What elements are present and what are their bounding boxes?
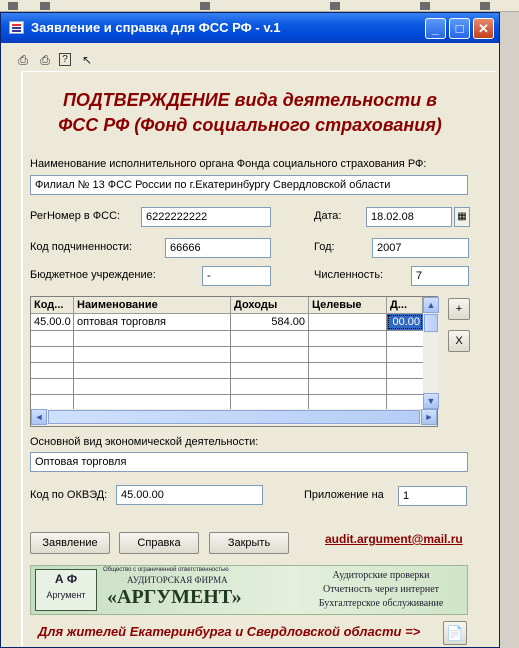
scroll-down-icon[interactable]: ▼ (423, 393, 439, 409)
date-label: Дата: (314, 210, 342, 222)
close-window-button[interactable]: ✕ (473, 18, 494, 39)
print-icon[interactable]: ⎙ (15, 52, 31, 68)
logo-mark-name: Аргумент (46, 590, 86, 600)
print-preview-icon[interactable]: ⎙ (37, 52, 53, 68)
strip-icon (200, 2, 210, 10)
cell-name[interactable]: оптовая торговля (74, 314, 230, 330)
regnomer-field[interactable]: 6222222222 (141, 207, 271, 227)
argument-banner[interactable]: А Ф Аргумент Общество с ограниченной отв… (30, 565, 468, 615)
service-audit: Аудиторские проверки (332, 570, 430, 581)
app-icon (9, 21, 24, 34)
delete-row-button[interactable]: X (448, 330, 470, 352)
minimize-button[interactable]: _ (425, 18, 446, 39)
appendix-label: Приложение на (304, 489, 384, 501)
main-activity-field[interactable]: Оптовая торговля (30, 452, 468, 472)
logo-letters: А Ф (54, 572, 78, 586)
service-bookkeeping: Бухгалтерское обслуживание (318, 598, 444, 609)
cell-income[interactable]: 584.00 (231, 314, 308, 330)
horizontal-scrollbar[interactable]: ◄ ► (31, 409, 437, 426)
application-button[interactable]: Заявление (30, 532, 110, 554)
scroll-left-icon[interactable]: ◄ (31, 409, 47, 425)
email-link[interactable]: audit.argument@mail.ru (325, 532, 463, 546)
strip-icon (420, 2, 430, 10)
cell-d-selected[interactable]: 00.00 (387, 314, 423, 330)
logo-firm-text: АУДИТОРСКАЯ ФИРМА (127, 575, 228, 585)
scroll-thumb[interactable] (48, 410, 420, 424)
strip-icon (330, 2, 340, 10)
logo-small-text: Общество с ограниченной ответственностью (103, 567, 229, 573)
strip-icon (480, 2, 490, 10)
col-header-name[interactable]: Наименование (74, 297, 231, 314)
count-label: Численность: (314, 269, 384, 281)
window-title: Заявление и справка для ФСС РФ - v.1 (31, 20, 281, 35)
logo-services: Аудиторские проверки Отчетность через ин… (295, 569, 467, 611)
maximize-button[interactable]: □ (449, 18, 470, 39)
table-row[interactable]: 45.00.0 оптовая торговля 584.00 00.00 (31, 314, 423, 330)
grid-line (31, 362, 423, 363)
col-header-income[interactable]: Доходы (231, 297, 309, 314)
service-reporting: Отчетность через интернет (322, 584, 440, 595)
close-button[interactable]: Закрыть (209, 532, 289, 554)
grid-line (31, 330, 423, 331)
budget-field[interactable]: - (202, 266, 271, 286)
page-heading: ПОДТВЕРЖДЕНИЕ вида деятельности в ФСС РФ… (40, 88, 460, 138)
count-field[interactable]: 7 (411, 266, 469, 286)
cell-code[interactable]: 45.00.0 (31, 314, 73, 330)
kod-podch-field[interactable]: 66666 (165, 238, 271, 258)
heading-line-2: ФСС РФ (Фонд социального страхования) (58, 115, 442, 135)
footer-link-text: Для жителей Екатеринбурга и Свердловской… (38, 624, 421, 639)
main-activity-label: Основной вид экономической деятельности: (30, 436, 259, 448)
year-label: Год: (314, 241, 335, 253)
grid-line (31, 394, 423, 395)
grid-line (31, 378, 423, 379)
certificate-button[interactable]: Справка (119, 532, 199, 554)
title-bar[interactable]: Заявление и справка для ФСС РФ - v.1 _ □… (1, 13, 499, 43)
scroll-right-icon[interactable]: ► (421, 409, 437, 425)
year-field[interactable]: 2007 (372, 238, 469, 258)
help-icon[interactable]: ? (59, 53, 71, 66)
okved-label: Код по ОКВЭД: (30, 489, 108, 501)
add-row-button[interactable]: + (448, 298, 470, 320)
col-header-code[interactable]: Код... (31, 297, 74, 314)
activities-table[interactable]: Код... Наименование Доходы Целевые Д... … (30, 296, 439, 427)
grid-line (31, 346, 423, 347)
strip-icon (8, 2, 18, 10)
organ-label: Наименование исполнительного органа Фонд… (30, 158, 427, 170)
date-field[interactable]: 18.02.08 (366, 207, 452, 227)
calendar-icon[interactable]: ▦ (454, 207, 470, 227)
col-header-targeted[interactable]: Целевые (309, 297, 387, 314)
regnomer-label: РегНомер в ФСС: (30, 210, 121, 222)
appendix-field[interactable]: 1 (398, 486, 467, 506)
taskbar-strip (0, 0, 519, 12)
okved-field[interactable]: 45.00.00 (116, 485, 263, 505)
strip-icon (40, 2, 50, 10)
context-help-icon[interactable]: ↖ (79, 52, 95, 68)
col-header-d[interactable]: Д... (387, 297, 423, 314)
kod-podch-label: Код подчиненности: (30, 241, 133, 253)
scroll-up-icon[interactable]: ▲ (423, 297, 439, 313)
scroll-thumb[interactable] (424, 314, 438, 332)
logo-name-text: «АРГУМЕНТ» (107, 586, 242, 608)
vertical-scrollbar[interactable]: ▲ ▼ (423, 297, 439, 409)
document-icon[interactable]: 📄 (443, 621, 467, 645)
heading-line-1: ПОДТВЕРЖДЕНИЕ вида деятельности в (62, 90, 438, 110)
organ-field[interactable]: Филиал № 13 ФСС России по г.Екатеринбург… (30, 175, 468, 195)
argument-logo-mark: А Ф Аргумент (35, 569, 97, 611)
budget-label: Бюджетное учреждение: (30, 269, 156, 281)
